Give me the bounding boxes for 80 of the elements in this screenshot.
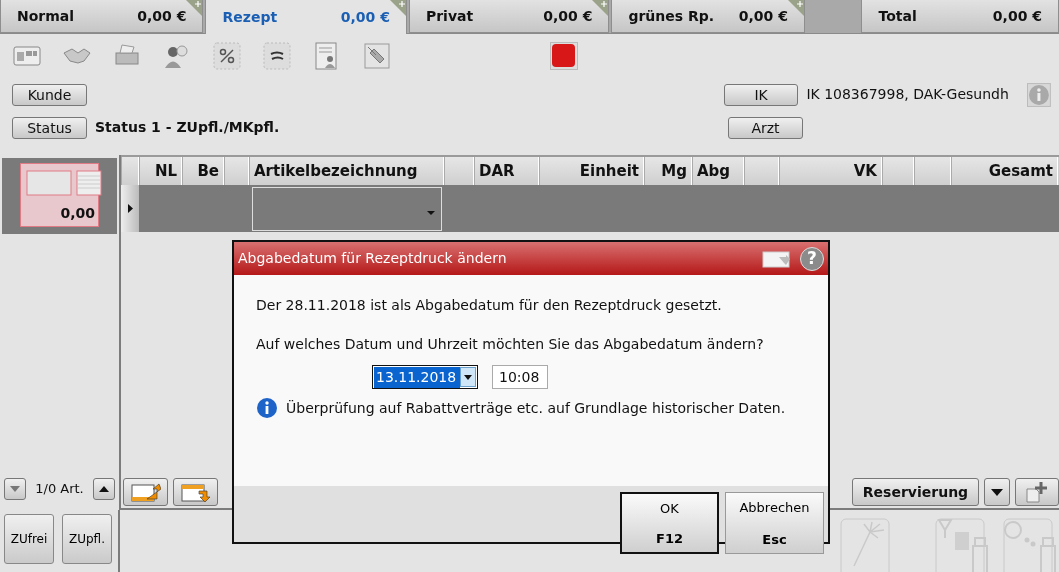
column-header[interactable]: Abg xyxy=(692,157,744,185)
scroll-up-button[interactable] xyxy=(93,478,115,500)
caret-icon xyxy=(427,211,435,215)
dialog-button[interactable]: OK F12 xyxy=(620,492,719,554)
new-document-icon xyxy=(1024,481,1050,503)
tab[interactable]: Rezept 0,00 € xyxy=(205,0,407,34)
column-header[interactable]: Gesamt xyxy=(951,157,1058,185)
tab[interactable]: grünes Rp. 0,00 € xyxy=(611,0,805,33)
caret-icon[interactable] xyxy=(460,367,476,387)
dandelion-icon xyxy=(840,518,890,572)
column-header[interactable]: DAR xyxy=(474,157,539,185)
column-header[interactable]: Artikelbezeichnung xyxy=(249,157,444,185)
add-corner-icon[interactable] xyxy=(389,0,406,16)
insurance-text: IK 108367998, DAK-Gesundh xyxy=(806,85,1010,104)
column-header[interactable]: NL xyxy=(139,157,182,185)
stop-button[interactable] xyxy=(550,42,578,70)
new-document-button[interactable] xyxy=(1015,478,1059,506)
tab-label: Total xyxy=(878,6,917,26)
blank-column-header[interactable] xyxy=(121,157,139,185)
article-dropdown[interactable] xyxy=(252,187,442,231)
up-arrow-icon xyxy=(99,486,109,492)
quick-button[interactable]: ZUfrei xyxy=(4,514,54,564)
dialog-button[interactable]: Abbrechen Esc xyxy=(725,492,824,554)
status-text: Status 1 - ZUpfl./MKpfl. xyxy=(95,118,280,137)
ik-button[interactable]: IK xyxy=(723,83,799,106)
pills-swap-icon xyxy=(1003,518,1059,572)
customer-button[interactable]: Kunde xyxy=(12,83,87,106)
blank-column-header[interactable] xyxy=(744,157,779,185)
tab[interactable]: Total 0,00 € xyxy=(861,0,1059,33)
add-corner-icon[interactable] xyxy=(592,0,609,16)
table-arrow-icon xyxy=(130,482,161,503)
down-arrow-icon xyxy=(10,486,20,492)
scroll-down-button[interactable] xyxy=(4,478,26,500)
bottle-swap-icon xyxy=(935,518,991,572)
blank-column-header[interactable] xyxy=(224,157,249,185)
tab[interactable]: Privat 0,00 € xyxy=(408,0,610,33)
add-corner-icon[interactable] xyxy=(788,0,804,16)
column-header[interactable]: Einheit xyxy=(539,157,644,185)
column-header[interactable]: Be xyxy=(182,157,224,185)
row-pointer-icon xyxy=(127,204,133,213)
date-value: 13.11.2018 xyxy=(374,366,460,388)
doctor-button[interactable]: Arzt xyxy=(728,116,803,139)
tab-amount: 0,00 € xyxy=(543,6,593,26)
dialog-message: Der 28.11.2018 ist als Abgabedatum für den Rezeptdruck gesetzt. xyxy=(256,296,723,315)
tab[interactable]: Normal 0,00 € xyxy=(0,0,204,33)
dialog-title: Abgabedatum für Rezeptdruck ändern xyxy=(238,249,508,268)
status-button[interactable]: Status xyxy=(12,116,87,139)
export-table-button[interactable] xyxy=(173,478,218,506)
receipt-icon xyxy=(26,170,102,196)
time-field[interactable]: 10:08 xyxy=(492,365,548,389)
pin-icon[interactable] xyxy=(362,41,392,71)
table-arrow-icon xyxy=(180,482,211,503)
tab-label: grünes Rp. xyxy=(628,6,715,26)
percent-icon[interactable] xyxy=(212,41,242,71)
tab-label: Privat xyxy=(425,6,474,26)
article-count: 1/0 Art. xyxy=(34,480,85,499)
info-text: Überprüfung auf Rabattverträge etc. auf Grundlage historischer Daten. xyxy=(286,398,786,418)
receipt-amount: 0,00 xyxy=(60,204,95,223)
caret-icon xyxy=(991,488,1003,496)
import-table-button[interactable] xyxy=(123,478,168,506)
blank-column-header[interactable] xyxy=(882,157,914,185)
column-header[interactable]: Mg xyxy=(644,157,692,185)
reservation-button[interactable]: Reservierung xyxy=(852,478,979,506)
info-icon xyxy=(256,397,278,419)
tab-amount: 0,00 € xyxy=(340,7,390,27)
quick-button[interactable]: ZUpfl. xyxy=(62,514,112,564)
column-header[interactable]: VK xyxy=(779,157,882,185)
blank-column-header[interactable] xyxy=(914,157,951,185)
tab-amount: 0,00 € xyxy=(992,6,1042,26)
dialog-question: Auf welches Datum und Uhrzeit möchten Sie das Abgabedatum ändern? xyxy=(256,335,765,354)
add-corner-icon[interactable] xyxy=(186,0,203,16)
dropdown-button[interactable] xyxy=(984,478,1010,506)
tab-label: Normal xyxy=(17,6,75,26)
blank-column-header[interactable] xyxy=(444,157,474,185)
date-field[interactable]: 13.11.2018 xyxy=(372,365,478,389)
info-icon[interactable] xyxy=(1027,82,1051,107)
tab-amount: 0,00 € xyxy=(738,6,788,26)
tab-label: Rezept xyxy=(222,7,278,27)
receipt-card[interactable]: 0,00 xyxy=(20,163,99,227)
tab-amount: 0,00 € xyxy=(137,6,187,26)
